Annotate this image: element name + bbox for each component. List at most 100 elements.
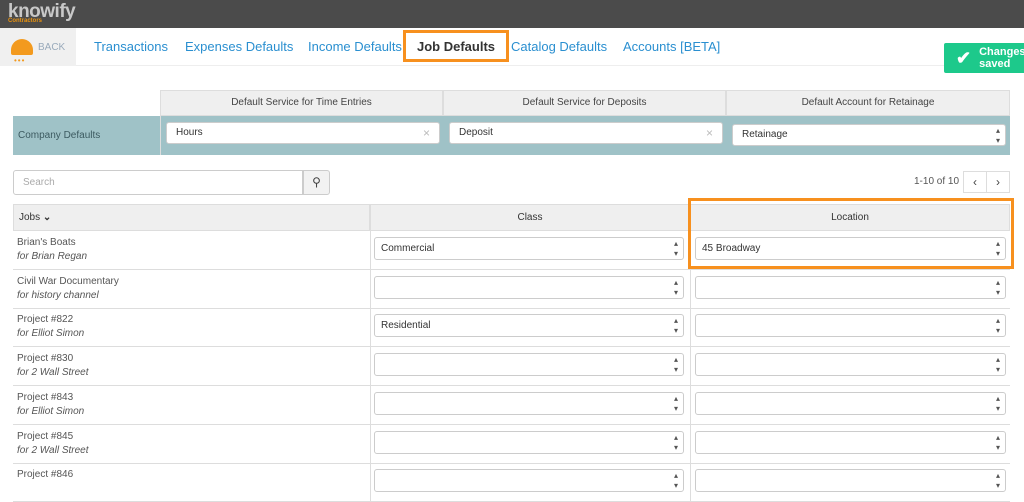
job-name[interactable]: Civil War Documentary — [17, 276, 119, 287]
next-page-button[interactable]: › — [986, 171, 1010, 193]
search-input[interactable]: Search — [13, 170, 303, 195]
company-defaults-label-cell: Company Defaults — [13, 116, 160, 155]
check-icon: ✔ — [956, 47, 972, 68]
divider — [690, 308, 691, 348]
chevron-down-icon: ⌄ — [42, 212, 52, 223]
select-arrows-icon: ▴ ▾ — [995, 239, 1000, 258]
location-value: 45 Broadway — [702, 243, 761, 254]
empty-header — [13, 90, 160, 116]
table-row: Project #822 for Elliot Simon Residentia… — [13, 308, 1010, 348]
clear-icon[interactable]: × — [706, 123, 713, 143]
location-select[interactable]: ▴ ▾ — [695, 353, 1006, 377]
class-select[interactable]: ▴ ▾ — [374, 469, 684, 493]
select-arrows-icon: ▴ ▾ — [995, 355, 1000, 375]
tab-catalog-defaults[interactable]: Catalog Defaults — [511, 39, 607, 54]
select-arrows-icon: ▴ ▾ — [995, 277, 1000, 297]
location-select[interactable]: ▴ ▾ — [695, 314, 1006, 338]
retainage-value: Retainage — [742, 129, 788, 140]
select-arrows-icon: ▴ ▾ — [673, 393, 678, 413]
location-select[interactable]: ▴ ▾ — [695, 275, 1006, 299]
logo-subtitle: Contractors — [8, 18, 43, 24]
pagination-info: 1-10 of 10 — [914, 176, 960, 187]
jobs-header-label: Jobs — [19, 212, 41, 223]
header-retainage: Default Account for Retainage — [726, 90, 1010, 116]
divider — [370, 347, 371, 387]
class-select[interactable]: Residential ▴ ▾ — [374, 314, 684, 338]
table-row: Project #830 for 2 Wall Street ▴ ▾ ▴ ▾ — [13, 347, 1010, 387]
divider — [370, 385, 371, 425]
select-arrows-icon: ▴ ▾ — [673, 277, 678, 297]
select-arrows-icon: ▴ ▾ — [995, 432, 1000, 452]
location-header: Location — [690, 204, 1010, 231]
job-client: for 2 Wall Street — [17, 444, 89, 456]
time-entries-service-field[interactable]: Hours × — [166, 122, 440, 144]
divider — [690, 347, 691, 387]
divider — [690, 385, 691, 425]
location-select[interactable]: 45 Broadway ▴ ▾ — [695, 237, 1006, 260]
clear-icon[interactable]: × — [423, 123, 430, 143]
location-select[interactable]: ▴ ▾ — [695, 430, 1006, 454]
job-name[interactable]: Project #822 — [17, 314, 73, 325]
search-icon: ⚲ — [312, 175, 321, 189]
jobs-header[interactable]: Jobs ⌄ — [13, 204, 370, 231]
job-name[interactable]: Project #843 — [17, 392, 73, 403]
select-arrows-icon: ▴ ▾ — [673, 471, 678, 491]
divider — [690, 424, 691, 464]
job-name[interactable]: Brian's Boats — [17, 237, 76, 248]
back-button[interactable]: BACK ••• — [0, 28, 76, 66]
back-label: BACK — [38, 41, 66, 53]
class-select[interactable]: ▴ ▾ — [374, 275, 684, 299]
search-button[interactable]: ⚲ — [303, 170, 330, 195]
header-deposits: Default Service for Deposits — [443, 90, 726, 116]
tab-income-defaults[interactable]: Income Defaults — [308, 39, 402, 54]
class-value: Commercial — [381, 243, 435, 254]
class-select[interactable]: ▴ ▾ — [374, 430, 684, 454]
select-arrows-icon: ▴ ▾ — [673, 432, 678, 452]
job-name[interactable]: Project #845 — [17, 431, 73, 442]
time-entries-value: Hours — [176, 127, 203, 138]
top-bar: knowify Contractors — [0, 0, 1024, 28]
dots-icon: ••• — [14, 56, 26, 65]
divider — [370, 308, 371, 348]
tab-accounts[interactable]: Accounts [BETA] — [623, 39, 720, 54]
tab-transactions[interactable]: Transactions — [94, 39, 168, 54]
class-select[interactable]: Commercial ▴ ▾ — [374, 237, 684, 260]
select-arrows-icon: ▴ ▾ — [673, 355, 678, 375]
location-select[interactable]: ▴ ▾ — [695, 469, 1006, 493]
divider — [690, 269, 691, 309]
job-client: for Brian Regan — [17, 251, 88, 262]
select-arrows-icon: ▴ ▾ — [995, 126, 1000, 145]
changes-saved-badge: ✔ Changes saved — [944, 43, 1024, 73]
saved-label: Changes saved — [979, 46, 1024, 70]
select-arrows-icon: ▴ ▾ — [673, 239, 678, 258]
header-time-entries: Default Service for Time Entries — [160, 90, 443, 116]
divider — [370, 424, 371, 464]
table-row: Civil War Documentary for history channe… — [13, 269, 1010, 309]
divider — [370, 231, 371, 270]
tab-job-defaults[interactable]: Job Defaults — [403, 30, 510, 62]
tab-expenses-defaults[interactable]: Expenses Defaults — [185, 39, 293, 54]
table-row: Brian's Boats for Brian Regan Commercial… — [13, 231, 1010, 270]
class-select[interactable]: ▴ ▾ — [374, 391, 684, 415]
deposits-service-field[interactable]: Deposit × — [449, 122, 723, 144]
class-value: Residential — [381, 320, 431, 332]
table-row: Project #843 for Elliot Simon ▴ ▾ ▴ ▾ — [13, 385, 1010, 425]
job-client: for history channel — [17, 289, 99, 301]
retainage-account-select[interactable]: Retainage ▴ ▾ — [732, 124, 1006, 146]
job-client: for Elliot Simon — [17, 328, 85, 340]
select-arrows-icon: ▴ ▾ — [995, 471, 1000, 491]
class-header: Class — [370, 204, 690, 231]
class-select[interactable]: ▴ ▾ — [374, 353, 684, 377]
defaults-row: Hours × Deposit × Retainage ▴ ▾ — [160, 116, 1010, 155]
gauge-icon — [11, 39, 33, 55]
table-row: Project #845 for 2 Wall Street ▴ ▾ ▴ ▾ — [13, 424, 1010, 464]
location-select[interactable]: ▴ ▾ — [695, 391, 1006, 415]
job-name[interactable]: Project #846 — [17, 469, 73, 480]
job-client: for 2 Wall Street — [17, 367, 89, 379]
deposits-value: Deposit — [459, 127, 493, 138]
divider — [370, 269, 371, 309]
select-arrows-icon: ▴ ▾ — [995, 393, 1000, 413]
job-name[interactable]: Project #830 — [17, 353, 73, 364]
company-defaults-table: Default Service for Time Entries Default… — [13, 90, 1010, 155]
prev-page-button[interactable]: ‹ — [963, 171, 987, 193]
